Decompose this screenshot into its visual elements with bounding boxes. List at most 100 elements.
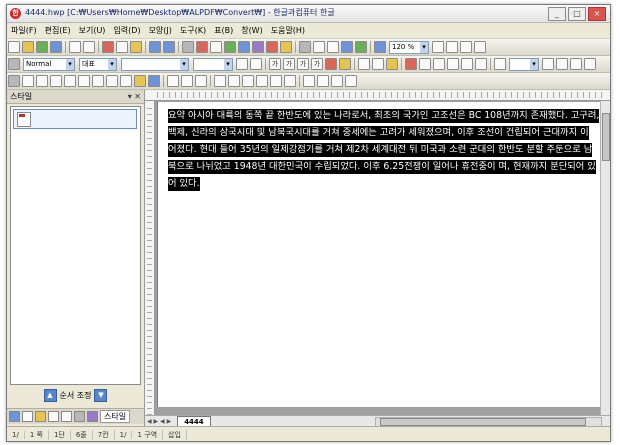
menu-file[interactable]: 파일(F) — [7, 25, 41, 36]
pen-icon[interactable] — [386, 58, 398, 70]
insert-image-icon[interactable] — [224, 41, 236, 53]
indent-icon[interactable] — [542, 58, 554, 70]
menu-edit[interactable]: 편집(E) — [41, 25, 75, 36]
document-body[interactable]: 요약 아시아 대륙의 동쪽 끝 한반도에 있는 나라로서, 최초의 국가인 고조… — [168, 107, 610, 192]
align-right-icon[interactable] — [433, 58, 445, 70]
arc-tool-icon[interactable] — [78, 75, 90, 87]
spellcheck-icon[interactable] — [196, 41, 208, 53]
font-size-combo[interactable] — [193, 57, 233, 71]
pointer-icon[interactable] — [22, 75, 34, 87]
maximize-button[interactable]: □ — [568, 7, 586, 21]
redo-icon[interactable] — [163, 41, 175, 53]
horizontal-scroll-thumb[interactable] — [380, 418, 586, 426]
save-as-icon[interactable] — [50, 41, 62, 53]
numbered-list-icon[interactable] — [584, 58, 596, 70]
find-icon[interactable] — [182, 41, 194, 53]
page-setup-icon[interactable] — [299, 41, 311, 53]
tab-history-icon[interactable] — [61, 411, 72, 422]
rotate-icon[interactable] — [270, 75, 282, 87]
tab-gallery-icon[interactable] — [87, 411, 98, 422]
zoom-out-icon[interactable] — [446, 41, 458, 53]
curve-tool-icon[interactable] — [106, 75, 118, 87]
selected-text[interactable]: 백제, 신라의 삼국시대 및 남북국시대를 거쳐 중세에는 고려가 세워졌으며,… — [168, 126, 589, 140]
bold-icon[interactable]: 가 — [269, 58, 281, 70]
tab-object-icon[interactable] — [9, 411, 20, 422]
fill-color-icon[interactable] — [134, 75, 146, 87]
menu-format[interactable]: 모양(J) — [145, 25, 176, 36]
wrap-icon[interactable] — [345, 75, 357, 87]
line-thickness-icon[interactable] — [181, 75, 193, 87]
columns-icon[interactable] — [313, 41, 325, 53]
view-mode-icon[interactable] — [460, 41, 472, 53]
size-down-icon[interactable] — [250, 58, 262, 70]
paste-icon[interactable] — [130, 41, 142, 53]
superscript-icon[interactable] — [358, 58, 370, 70]
font-name-combo[interactable] — [121, 57, 189, 71]
menu-tools[interactable]: 도구(K) — [176, 25, 210, 36]
font-language-combo[interactable]: 대표 — [79, 57, 117, 71]
cut-icon[interactable] — [102, 41, 114, 53]
selected-text[interactable]: 어 있다. — [168, 177, 200, 191]
vertical-scrollbar[interactable] — [600, 101, 610, 415]
menu-window[interactable]: 창(W) — [237, 25, 267, 36]
style-thumbnail[interactable] — [13, 109, 137, 129]
style-list[interactable] — [10, 106, 141, 385]
ellipse-tool-icon[interactable] — [64, 75, 76, 87]
vertical-ruler[interactable] — [145, 101, 155, 415]
strikethrough-icon[interactable]: 가 — [311, 58, 323, 70]
hyperlink-icon[interactable] — [355, 41, 367, 53]
selected-text[interactable]: 요약 아시아 대륙의 동쪽 끝 한반도에 있는 나라로서, 최초의 국가인 고조… — [168, 109, 600, 123]
ungroup-icon[interactable] — [228, 75, 240, 87]
bullet-list-icon[interactable] — [570, 58, 582, 70]
italic-icon[interactable]: 가 — [283, 58, 295, 70]
align-left-icon[interactable] — [419, 58, 431, 70]
size-up-icon[interactable] — [236, 58, 248, 70]
print-preview-icon[interactable] — [83, 41, 95, 53]
menu-insert[interactable]: 입력(D) — [109, 25, 144, 36]
selected-text[interactable]: 어졌다. 현대 들어 35년의 일제강점기를 거쳐 제2차 세계대전 뒤 미국과… — [168, 143, 593, 157]
distribute-objects-icon[interactable] — [317, 75, 329, 87]
polygon-tool-icon[interactable] — [92, 75, 104, 87]
split-align-icon[interactable] — [475, 58, 487, 70]
status-mode[interactable]: 삽입 — [163, 429, 187, 440]
print-icon[interactable] — [69, 41, 81, 53]
font-color-icon[interactable] — [325, 58, 337, 70]
subscript-icon[interactable] — [372, 58, 384, 70]
line-style-icon[interactable] — [167, 75, 179, 87]
insert-chart-icon[interactable] — [252, 41, 264, 53]
copy-icon[interactable] — [116, 41, 128, 53]
style-combo[interactable]: Normal — [23, 57, 75, 71]
open-folder-icon[interactable] — [22, 41, 34, 53]
footnote-icon[interactable] — [341, 41, 353, 53]
new-document-icon[interactable] — [8, 41, 20, 53]
menu-help[interactable]: 도움말(H) — [267, 25, 309, 36]
minimize-button[interactable]: _ — [548, 7, 566, 21]
outdent-icon[interactable] — [556, 58, 568, 70]
panel-controls[interactable]: ▾ ✕ — [128, 90, 141, 103]
align-objects-icon[interactable] — [303, 75, 315, 87]
flip-icon[interactable] — [284, 75, 296, 87]
tab-clipboard-icon[interactable] — [48, 411, 59, 422]
shadow-icon[interactable] — [331, 75, 343, 87]
undo-icon[interactable] — [149, 41, 161, 53]
draw-menu-icon[interactable] — [8, 75, 20, 87]
align-justify-icon[interactable] — [405, 58, 417, 70]
insert-table-icon[interactable] — [238, 41, 250, 53]
vertical-scroll-thumb[interactable] — [602, 113, 610, 161]
line-tool-icon[interactable] — [36, 75, 48, 87]
line-spacing-combo[interactable] — [509, 57, 539, 71]
align-center-icon[interactable] — [447, 58, 459, 70]
arrow-style-icon[interactable] — [195, 75, 207, 87]
tab-outline-icon[interactable] — [22, 411, 33, 422]
close-button[interactable]: × — [588, 7, 606, 21]
insert-shape-icon[interactable] — [266, 41, 278, 53]
zoom-combo[interactable]: 120 % — [389, 40, 429, 54]
save-icon[interactable] — [36, 41, 48, 53]
hwp-app-icon[interactable]: 한 — [10, 8, 21, 19]
tab-nav-arrows[interactable]: ◀ ▶ ◀ ▶ — [145, 418, 173, 425]
header-footer-icon[interactable] — [327, 41, 339, 53]
highlight-color-icon[interactable] — [339, 58, 351, 70]
rectangle-tool-icon[interactable] — [50, 75, 62, 87]
menu-table[interactable]: 표(B) — [210, 25, 237, 36]
textbox-tool-icon[interactable] — [120, 75, 132, 87]
